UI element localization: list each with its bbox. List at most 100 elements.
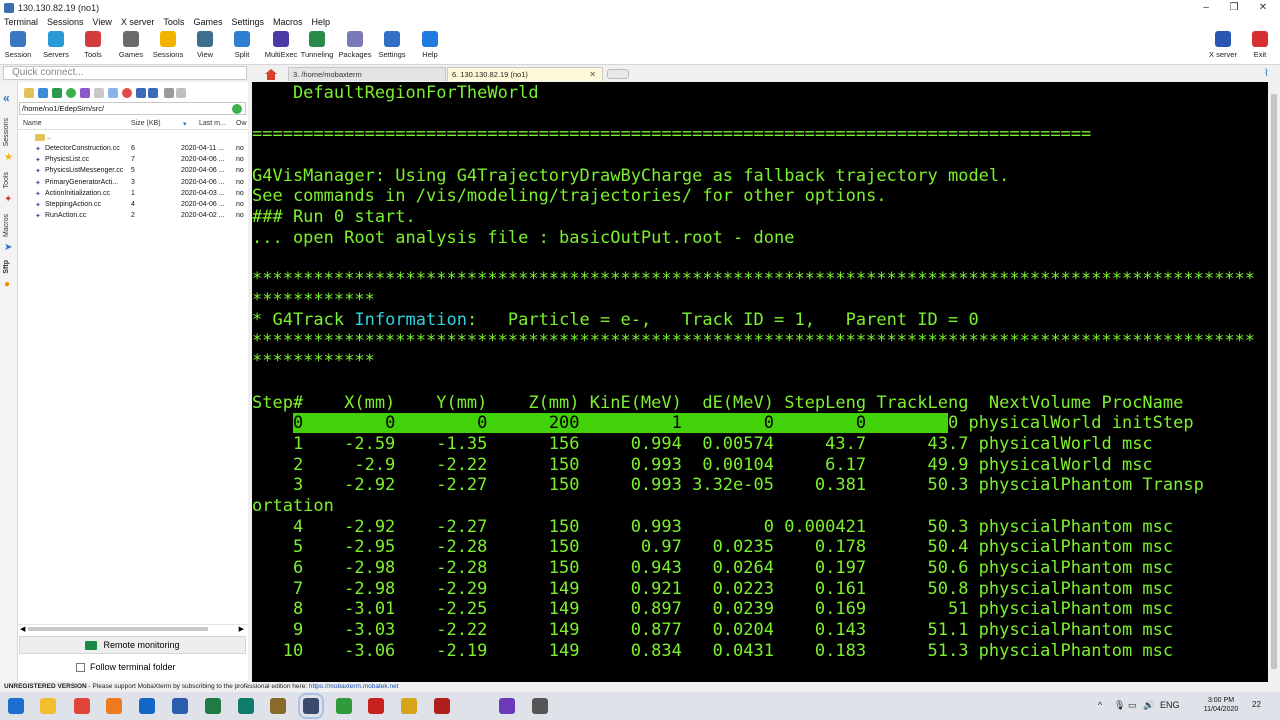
menu-tools[interactable]: Tools [163, 17, 184, 27]
visual-studio-icon[interactable] [499, 698, 515, 714]
toolbar-tunneling-button[interactable]: Tunneling [297, 31, 337, 63]
scroll-left-icon[interactable]: ◀ [20, 625, 25, 633]
side-tab-sftp[interactable]: Sftp [3, 260, 10, 274]
file-explorer-icon[interactable] [40, 698, 56, 714]
minimize-button[interactable]: – [1192, 0, 1220, 15]
toolbar-session-button[interactable]: Session [0, 31, 38, 63]
publisher-icon[interactable] [238, 698, 254, 714]
copy-icon[interactable] [108, 88, 118, 98]
toolbar-tools-button[interactable]: Tools [73, 31, 113, 63]
column-size[interactable]: Size (KB) [131, 120, 161, 127]
scroll-thumb[interactable] [28, 627, 208, 631]
sftp-path-field[interactable]: /home/no1/EdepSim/src/ [19, 102, 246, 115]
column-name[interactable]: Name [23, 120, 42, 127]
toolbar-view-button[interactable]: View [185, 31, 225, 63]
text-edit-icon[interactable] [136, 88, 146, 98]
delete-icon[interactable] [122, 88, 132, 98]
open-folder-icon[interactable] [24, 88, 34, 98]
menu-help[interactable]: Help [312, 17, 331, 27]
file-row[interactable]: ✦ RunAction.cc 2 2020-04-02 ... no [18, 211, 248, 222]
restore-button[interactable]: ❐ [1220, 0, 1248, 15]
remote-monitoring-button[interactable]: Remote monitoring [19, 636, 246, 654]
column-last-modified[interactable]: Last m... [199, 120, 226, 127]
firefox-icon[interactable] [106, 698, 122, 714]
upload-icon[interactable] [52, 88, 62, 98]
toolbar-packages-button[interactable]: Packages [335, 31, 375, 63]
word-icon[interactable] [172, 698, 188, 714]
file-row[interactable]: ✦ PhysicsListMessenger.cc 5 2020-04-06 ... n… [18, 166, 248, 177]
file-list-header: Name Size (KB) ▾ Last m... Ow [18, 118, 248, 130]
mobaxterm-icon[interactable] [298, 693, 324, 719]
terminal-scrollbar[interactable] [1268, 82, 1280, 682]
file-row[interactable]: ✦ PhysicsList.cc 7 2020-04-06 ... no [18, 155, 248, 166]
puzzle-app-icon[interactable] [401, 698, 417, 714]
acrobat-icon[interactable] [368, 698, 384, 714]
column-owner[interactable]: Ow [236, 120, 247, 127]
side-tab-macros[interactable]: Macros [3, 214, 10, 237]
outlook-icon[interactable] [139, 698, 155, 714]
file-row[interactable]: ✦ DetectorConstruction.cc 6 2020-04-11 ... n… [18, 144, 248, 155]
side-tab-tools[interactable]: Tools [3, 172, 10, 188]
menu-sessions[interactable]: Sessions [47, 17, 84, 27]
taskbar-clock[interactable]: 3:00 PM 11/04/2020 [1199, 696, 1243, 714]
parent-folder-item[interactable]: .. [18, 133, 248, 144]
path-ok-icon[interactable] [232, 104, 242, 114]
quick-connect-input[interactable]: Quick connect... [3, 66, 247, 80]
permissions-icon[interactable] [164, 88, 174, 98]
toolbar-servers-button[interactable]: Servers [36, 31, 76, 63]
notification-count[interactable]: 22 [1252, 700, 1261, 709]
scroll-right-icon[interactable]: ▶ [239, 625, 244, 633]
mobatek-link[interactable]: https://mobaxterm.mobatek.net [309, 683, 399, 690]
toolbar-x-server-button[interactable]: X server [1203, 31, 1243, 63]
toolbar-help-button[interactable]: Help [410, 31, 450, 63]
file-row[interactable]: ✦ SteppingAction.cc 4 2020-04-06 ... no [18, 200, 248, 211]
network-icon[interactable]: ▭ [1128, 700, 1137, 711]
tree-app-icon[interactable] [336, 698, 352, 714]
download-icon[interactable] [38, 88, 48, 98]
terminal-icon[interactable] [176, 88, 186, 98]
refresh-icon[interactable] [66, 88, 76, 98]
tab-close-icon[interactable]: ✕ [589, 68, 596, 82]
pdf-icon[interactable] [434, 698, 450, 714]
selected-text[interactable]: 0 0 0 200 1 0 0 [292, 413, 948, 434]
new-tab-button[interactable] [607, 69, 629, 79]
menu-settings[interactable]: Settings [231, 17, 264, 27]
app-icon[interactable] [270, 698, 286, 714]
horizontal-scrollbar[interactable]: ◀ ▶ [18, 624, 248, 633]
tab-home-mobaxterm[interactable]: 3. /home/mobaxterm [288, 67, 446, 81]
side-tab-sessions[interactable]: Sessions [3, 118, 10, 146]
menu-x-server[interactable]: X server [121, 17, 155, 27]
tab-ssh-session[interactable]: 6. 130.130.82.19 (no1) ✕ [447, 67, 603, 81]
toolbar-multiexec-button[interactable]: MultiExec [261, 31, 301, 63]
tray-overflow-icon[interactable]: ^ [1098, 700, 1102, 710]
file-row[interactable]: ✦ PrimaryGeneratorActi... 3 2020-04-06 ... n… [18, 178, 248, 189]
toolbar-exit-button[interactable]: Exit [1240, 31, 1280, 63]
collapse-arrow-icon[interactable]: « [3, 91, 10, 105]
volume-icon[interactable]: 🔊 [1143, 700, 1154, 711]
chrome-icon[interactable] [74, 698, 90, 714]
excel-icon[interactable] [205, 698, 221, 714]
mic-icon[interactable]: 🎙 [1114, 700, 1125, 711]
terminal-scroll-thumb[interactable] [1271, 94, 1277, 669]
properties-icon[interactable] [148, 88, 158, 98]
new-file-icon[interactable] [80, 88, 90, 98]
follow-terminal-folder[interactable]: Follow terminal folder [76, 662, 176, 672]
follow-folder-checkbox[interactable] [76, 662, 85, 672]
new-folder-icon[interactable] [94, 88, 104, 98]
windows-start-icon[interactable] [8, 698, 24, 714]
menu-view[interactable]: View [93, 17, 112, 27]
toolbar-settings-button[interactable]: Settings [372, 31, 412, 63]
menu-games[interactable]: Games [193, 17, 222, 27]
file-row[interactable]: ✦ ActionInitialization.cc 1 2020-04-03 ... n… [18, 189, 248, 200]
language-indicator[interactable]: ENG [1160, 700, 1180, 710]
attach-icon[interactable]: ⌇ [1264, 68, 1276, 80]
toolbar-games-button[interactable]: Games [111, 31, 151, 63]
clock-app-icon[interactable] [532, 698, 548, 714]
close-button[interactable]: ✕ [1249, 0, 1277, 15]
terminal-output[interactable]: DefaultRegionForTheWorld ================… [252, 82, 1268, 682]
menu-macros[interactable]: Macros [273, 17, 303, 27]
toolbar-split-button[interactable]: Split [222, 31, 262, 63]
toolbar-sessions-button[interactable]: Sessions [148, 31, 188, 63]
menu-terminal[interactable]: Terminal [4, 17, 38, 27]
home-tab[interactable] [263, 67, 279, 81]
